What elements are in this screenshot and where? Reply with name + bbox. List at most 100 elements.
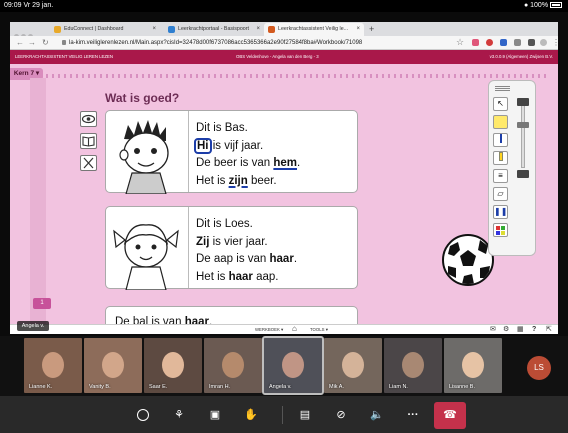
sentence-fragment: . [297,157,301,169]
active-speaker-label: Angela v. [17,321,49,331]
bold-word[interactable]: haar [270,253,294,265]
participant-name: Mik A. [329,384,344,390]
slider-thumb[interactable] [517,122,529,128]
speaker-icon[interactable]: 🔈 [367,405,387,425]
extension-icon[interactable] [514,39,521,46]
forward-arrow-icon[interactable]: → [28,37,36,49]
sentence-card-bas[interactable]: Dit is Bas. Hi is vijf jaar. De beer is … [105,110,358,195]
tab-basispoort[interactable]: Leerkrachtportaal - Basispoort × [164,23,264,36]
selected-answer-word[interactable]: Hi [194,137,212,154]
participants-icon[interactable]: ⚘ [169,405,189,425]
battery-percent: 100% [530,2,549,9]
sentence-fragment: beer. [247,174,277,187]
browser-menu-icon[interactable]: ⋮ [552,37,560,49]
slider-up-icon[interactable] [517,98,529,106]
exit-icon[interactable]: ⇱ [546,325,552,335]
tools-label: TOOLS [310,327,325,332]
sentence-fragment: aap. [252,270,279,283]
lesson-canvas: Kern 7 ▾ 1 Wat is goed? Dit is Bas. Hi i… [10,64,558,334]
participant-tile[interactable]: Lianne K. [24,338,82,393]
book-icon[interactable] [80,133,97,149]
reload-icon[interactable]: ↻ [42,37,49,49]
mic-muted-icon[interactable]: ⊘ [331,405,351,425]
extension-icon[interactable] [486,39,493,46]
home-icon[interactable]: ⌂ [292,324,297,334]
color-grid-tool-icon[interactable] [493,223,508,237]
tab-leerkrachtassistent[interactable]: Leerkrachtassistent Veilig le... × [264,23,364,36]
self-avatar[interactable]: LS [527,356,551,380]
bold-word[interactable]: haar [229,271,253,283]
raise-hand-icon[interactable]: ✋ [241,405,261,425]
sentence-fragment: De aap is van [196,253,270,265]
extension-icon[interactable] [500,39,507,46]
address-field[interactable]: la-kim.veiliglerenlezen.nl/Main.aspx?cis… [62,38,442,48]
tab-label: Leerkrachtportaal - Basispoort [178,26,249,32]
participant-face [342,352,364,378]
bold-word[interactable]: Zij [196,236,209,248]
columns-tool-icon[interactable]: ❚❚ [493,205,508,219]
close-tab-icon[interactable]: × [256,23,260,36]
sentence-line: Het is zijn beer. [196,173,300,191]
participant-name: Liam N. [389,384,408,390]
close-tab-icon[interactable]: × [152,23,156,36]
participant-tile[interactable]: Lisanne B. [444,338,502,393]
werkboek-label: WERKBOEK [255,327,280,332]
participant-face [42,352,64,378]
underlined-word[interactable]: hem [273,157,297,169]
participant-face [162,352,184,378]
pointer-tool-icon[interactable]: ↖ [493,97,508,111]
version-label: v3.0.0.9 (Algemeen) Zwijsen B.V. [489,54,553,59]
tab-educonnect[interactable]: EduConnect | Dashboard × [50,23,160,36]
marker-tool-icon[interactable] [493,151,508,165]
tools-menu[interactable]: TOOLS ▾ [310,325,328,335]
share-screen-icon[interactable]: ▣ [205,405,225,425]
card-text: Dit is Bas. Hi is vijf jaar. De beer is … [194,120,301,191]
sentence-card-loes[interactable]: Dit is Loes. Zij is vier jaar. De aap is… [105,206,358,291]
camera-off-icon[interactable]: ▤ [295,405,315,425]
participant-tile[interactable]: Saar E. [144,338,202,393]
ball-illustration [442,234,494,286]
settings-gear-icon[interactable]: ⚙ [503,325,509,335]
close-x-icon[interactable] [80,155,97,171]
eraser-tool-icon[interactable]: ▱ [493,187,508,201]
participant-tile[interactable]: Liam N. [384,338,442,393]
boy-bas-illustration [106,111,189,195]
sentence-line: Dit is Loes. [196,218,253,230]
underlined-word[interactable]: zijn [229,175,248,187]
participant-tile[interactable]: Mik A. [324,338,382,393]
wifi-icon: ● [523,2,529,9]
lock-icon [62,39,66,45]
more-options-icon[interactable]: ··· [403,405,423,425]
participant-name: Lianne K. [29,384,53,390]
extensions-puzzle-icon[interactable] [528,39,535,46]
werkboek-menu[interactable]: WERKBOEK ▾ [255,325,283,335]
pen-tool-icon[interactable] [493,133,508,147]
participant-face [282,352,304,378]
participant-tile[interactable]: Imran H. [204,338,262,393]
back-arrow-icon[interactable]: ← [16,37,24,49]
sticky-note-tool-icon[interactable] [493,115,508,129]
chat-icon[interactable] [133,405,153,425]
hang-up-button[interactable]: ☎ [434,402,466,429]
new-tab-button[interactable]: + [369,22,374,36]
address-text: la-kim.veiliglerenlezen.nl/Main.aspx?cis… [69,40,363,46]
participant-tile[interactable]: Vanity B. [84,338,142,393]
page-number-badge[interactable]: 1 [33,298,51,309]
size-slider[interactable] [513,96,533,178]
extension-icon[interactable] [472,39,479,46]
close-tab-icon[interactable]: × [356,23,360,36]
sentence-fragment: Het is [196,174,229,187]
participant-tile[interactable]: Angela v. [262,336,324,395]
slider-down-icon[interactable] [517,170,529,178]
bookmark-star-icon[interactable]: ☆ [456,36,464,48]
lines-tool-icon[interactable]: ≡ [493,169,508,183]
ios-status-bar: 09:09 Vr 29 jan. ● 100% [0,0,568,12]
grid-icon[interactable]: ▦ [517,325,524,335]
eye-icon[interactable] [80,111,97,127]
kern-label: Kern 7 [13,70,35,77]
drag-handle-icon[interactable] [495,86,510,92]
profile-icon[interactable] [540,39,547,46]
mail-icon[interactable]: ✉ [490,325,496,335]
help-icon[interactable]: ? [532,325,536,335]
school-teacher-label: OBS Veldenhove - Angela van den Berg - 3 [236,54,319,59]
